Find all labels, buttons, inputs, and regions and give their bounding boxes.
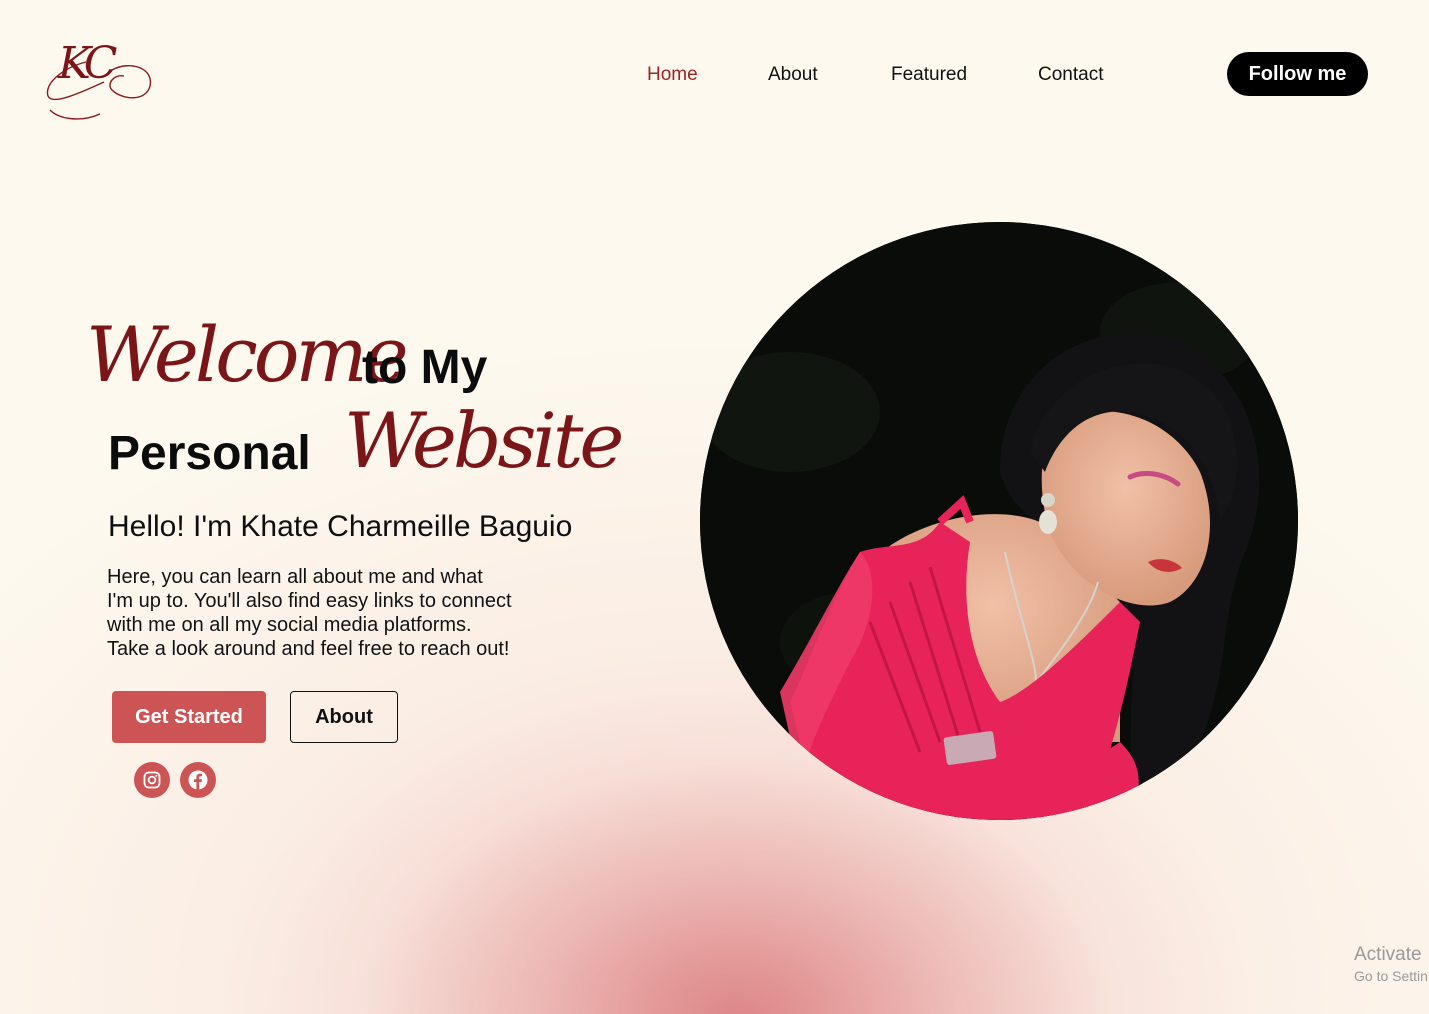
hero-script-welcome: Welcome (86, 310, 409, 399)
hero-intro-text: Here, you can learn all about me and wha… (107, 566, 512, 660)
hero-to-my: to My (362, 341, 488, 394)
nav-item-about[interactable]: About (768, 64, 818, 86)
facebook-icon (188, 770, 208, 790)
facebook-link[interactable] (180, 762, 216, 798)
instagram-link[interactable] (134, 762, 170, 798)
profile-photo (700, 222, 1298, 820)
nav-item-contact[interactable]: Contact (1038, 64, 1103, 86)
hero-greeting: Hello! I'm Khate Charmeille Baguio (108, 510, 573, 543)
watermark-line-1: Activate (1354, 944, 1422, 965)
profile-photo-illustration (700, 222, 1298, 820)
watermark-line-2: Go to Settin (1354, 968, 1428, 984)
instagram-icon (143, 771, 161, 789)
about-button[interactable]: About (290, 691, 398, 743)
hero-script-website: Website (344, 396, 624, 485)
nav-item-featured[interactable]: Featured (891, 64, 967, 86)
hero-personal: Personal (108, 427, 311, 480)
get-started-button[interactable]: Get Started (112, 691, 266, 743)
follow-me-button[interactable]: Follow me (1227, 52, 1368, 96)
activation-watermark: Activate Go to Settin (1354, 944, 1428, 984)
main-nav: Home About Featured Contact (0, 64, 1429, 88)
nav-item-home[interactable]: Home (647, 64, 698, 86)
